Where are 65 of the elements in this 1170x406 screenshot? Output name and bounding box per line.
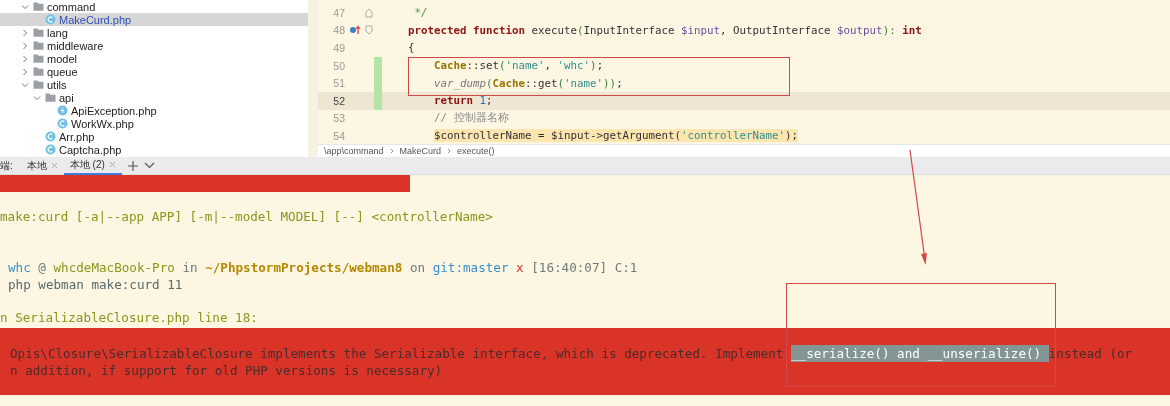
code-token: 'name' (564, 76, 604, 90)
code-token: ::get (525, 76, 558, 90)
code-token: ): (882, 23, 897, 37)
code-token: ; (596, 59, 604, 73)
code-token: Cache (492, 76, 526, 90)
terminal-label: 端: (0, 158, 13, 173)
code-token: , (544, 59, 553, 73)
code-token: , OutputInterface (720, 23, 832, 37)
line-number: 47 (332, 6, 345, 19)
code-token: ; (486, 94, 493, 108)
code-token: ::set (466, 59, 500, 73)
code-token: )) (603, 76, 617, 90)
code-token: return (434, 94, 475, 108)
line-number: 51 (332, 77, 345, 90)
code-token: $input (681, 23, 721, 37)
breadcrumb-item[interactable]: execute() (457, 146, 495, 156)
code-token: execute (531, 23, 578, 37)
code-token: 'name' (505, 59, 545, 73)
selected-tree-row[interactable]: MakeCurd.php (0, 13, 308, 26)
terminal-line: whc @ whcdeMacBook-Pro in ~/PhpstormProjects/webman8 on git:master x [16:40:07] C:1 (7, 260, 639, 277)
error-text: Opis\Closure\SerializableClosure implements the Serializable interface, which is deprecated. Implement __serialize() and __unserialize() instead (or (10, 345, 1134, 362)
code-token: var_dump (434, 76, 487, 90)
breadcrumb-item[interactable]: MakeCurd (399, 146, 442, 156)
terminal-line: n SerializableClosure.php line 18: (0, 310, 259, 327)
folder-name[interactable]: queue (47, 65, 78, 78)
folder-name[interactable]: lang (47, 26, 68, 39)
folder-name[interactable]: model (47, 52, 77, 65)
code-token: int (902, 23, 922, 37)
code-token: ( (577, 23, 584, 37)
code-token: ) (590, 59, 597, 73)
terminal-tab[interactable]: 本地 (20, 157, 64, 175)
code-token: 1 (479, 94, 487, 108)
line-number: 52 (332, 94, 345, 107)
selected-text: __serialize() and __unserialize() (790, 345, 1049, 362)
folder-name[interactable]: command (47, 0, 96, 13)
line-number: 50 (332, 59, 345, 72)
highlighted-code: $controllerName = $input->getArgument('controllerName'); (434, 129, 799, 143)
code-comment: */ (414, 6, 428, 20)
code-token: InputInterface (583, 23, 676, 37)
code-token: ; (616, 76, 623, 90)
file-name[interactable]: Arr.php (59, 130, 95, 143)
line-number: 54 (332, 129, 345, 142)
code-token: { (408, 41, 415, 55)
code-token: protected function (408, 23, 527, 37)
terminal-line: make:curd [-a|--app APP] [-m|--model MODEL] [--] <controllerName> (0, 209, 494, 226)
code-token: 'whc' (557, 59, 591, 73)
line-number: 48 (332, 24, 345, 37)
folder-name[interactable]: middleware (47, 39, 104, 52)
file-name[interactable]: Captcha.php (59, 143, 122, 156)
code-token: ( (486, 76, 493, 90)
code-token: Cache (434, 59, 467, 73)
code-token: $output (837, 23, 883, 37)
file-name[interactable]: WorkWx.php (71, 117, 134, 130)
code-token: ( (557, 76, 565, 90)
code-comment: // 控制器名称 (434, 111, 509, 126)
folder-name[interactable]: utils (47, 78, 67, 91)
line-number: 53 (332, 112, 345, 125)
error-text: n addition, if support for old PHP versions is necessary) (10, 362, 444, 379)
line-number: 49 (332, 42, 345, 54)
file-name[interactable]: MakeCurd.php (59, 13, 132, 26)
terminal-line: php webman make:curd 11 (7, 277, 184, 294)
breadcrumb-item[interactable]: \app\command (324, 146, 384, 156)
code-token: ( (499, 59, 506, 73)
folder-name[interactable]: api (59, 91, 74, 104)
file-name[interactable]: ApiException.php (71, 104, 157, 117)
